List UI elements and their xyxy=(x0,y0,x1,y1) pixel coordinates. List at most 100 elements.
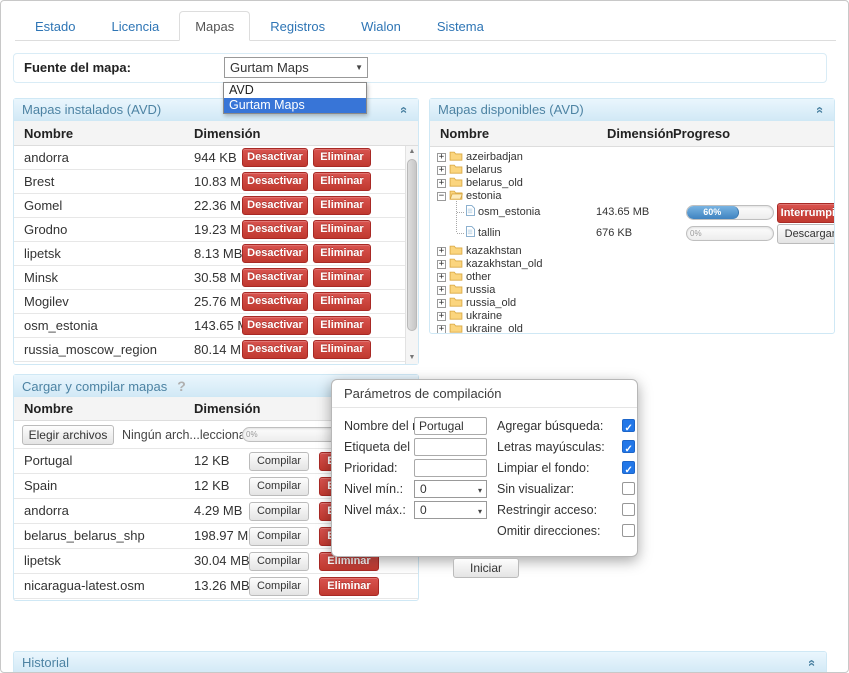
col-nombre: Nombre xyxy=(440,126,490,141)
agregar-b-squeda-checkbox[interactable] xyxy=(622,419,635,439)
dropdown-option-gurtam-maps[interactable]: Gurtam Maps xyxy=(224,98,366,113)
descargar-button[interactable]: Descargar xyxy=(777,224,834,244)
tree-file-tallin[interactable]: tallin 676 KB 0% Descargar xyxy=(453,223,834,244)
compilar-button[interactable]: Compilar xyxy=(249,576,309,596)
tab-sistema[interactable]: Sistema xyxy=(421,11,500,41)
restringir-acceso-checkbox[interactable] xyxy=(622,503,635,516)
scroll-down-icon[interactable]: ▼ xyxy=(406,352,418,364)
folder-icon xyxy=(449,177,466,189)
desactivar-button[interactable]: Desactivar xyxy=(242,316,308,335)
history-panel-title: Historial xyxy=(22,655,69,670)
eliminar-button[interactable]: Eliminar xyxy=(313,340,371,359)
expand-node-icon[interactable]: + xyxy=(437,286,446,295)
tree-folder-russia[interactable]: + russia xyxy=(437,283,834,296)
tab-mapas[interactable]: Mapas xyxy=(179,11,251,41)
tree-folder-russia-old[interactable]: + russia_old xyxy=(437,296,834,309)
table-row: Grodno 19.23 MB Desactivar Eliminar xyxy=(14,218,418,242)
tree-folder-ukraine-old[interactable]: + ukraine_old xyxy=(437,322,834,333)
desactivar-button[interactable]: Desactivar xyxy=(242,148,308,167)
tree-folder-belarus[interactable]: + belarus xyxy=(437,163,834,176)
dialog-field-row: Nivel mín.: 0 ▾ xyxy=(344,479,494,500)
tree-folder-estonia[interactable]: − estonia xyxy=(437,189,834,202)
compilar-button[interactable]: Compilar xyxy=(249,476,309,496)
expand-node-icon[interactable]: + xyxy=(437,179,446,188)
expand-node-icon[interactable]: + xyxy=(437,166,446,175)
map-source-select[interactable]: Gurtam Maps ▼ xyxy=(224,57,368,78)
col-dimension: Dimensión xyxy=(194,126,261,141)
expand-node-icon[interactable]: + xyxy=(437,299,446,308)
help-icon[interactable]: ? xyxy=(177,378,186,394)
tab-estado[interactable]: Estado xyxy=(19,11,91,41)
available-maps-tree: + azeirbadjan + belarus + belarus_old − estonia… xyxy=(430,147,834,333)
nivel-m-n-select[interactable]: 0 ▾ xyxy=(414,480,487,498)
nivel-m-x-select[interactable]: 0 ▾ xyxy=(414,501,487,519)
iniciar-button[interactable]: Iniciar xyxy=(453,558,519,578)
available-panel-header: Mapas disponibles (AVD) « xyxy=(430,99,834,121)
expand-node-icon[interactable]: + xyxy=(437,247,446,256)
expand-node-icon[interactable]: + xyxy=(437,260,446,269)
expand-node-icon[interactable]: + xyxy=(437,273,446,282)
compilar-button[interactable]: Compilar xyxy=(249,501,309,521)
desactivar-button[interactable]: Desactivar xyxy=(242,220,308,239)
sin-visualizar-checkbox[interactable] xyxy=(622,482,635,495)
dialog-checkbox-row: Letras mayúsculas: xyxy=(497,437,635,460)
history-panel: Historial « xyxy=(13,651,827,672)
installed-rows: andorra 944 KB Desactivar Eliminar Brest 10.8… xyxy=(14,146,418,364)
collapse-node-icon[interactable]: − xyxy=(437,192,446,201)
scroll-up-icon[interactable]: ▲ xyxy=(406,146,418,158)
vertical-scrollbar[interactable]: ▲ ▼ xyxy=(405,146,418,364)
limpiar-el-fondo-checkbox[interactable] xyxy=(622,461,635,481)
dropdown-option-avd[interactable]: AVD xyxy=(224,83,366,98)
eliminar-button[interactable]: Eliminar xyxy=(313,268,371,287)
desactivar-button[interactable]: Desactivar xyxy=(242,340,308,359)
eliminar-button[interactable]: Eliminar xyxy=(313,244,371,263)
sin-visualizar-label: Sin visualizar: xyxy=(497,482,575,496)
expand-node-icon[interactable]: + xyxy=(437,153,446,162)
tab-licencia[interactable]: Licencia xyxy=(95,11,175,41)
tree-folder-azeirbadjan[interactable]: + azeirbadjan xyxy=(437,150,834,163)
eliminar-button[interactable]: Eliminar xyxy=(313,220,371,239)
eliminar-button[interactable]: Eliminar xyxy=(313,148,371,167)
app-window: Estado Licencia Mapas Registros Wialon Sistem… xyxy=(0,0,849,673)
compilar-button[interactable]: Compilar xyxy=(249,451,309,471)
tree-file-osm-estonia[interactable]: osm_estonia 143.65 MB 60% Interrumpir xyxy=(453,202,834,223)
desactivar-button[interactable]: Desactivar xyxy=(242,196,308,215)
eliminar-button[interactable]: Eliminar xyxy=(313,172,371,191)
folder-icon xyxy=(449,284,466,296)
tree-folder-ukraine[interactable]: + ukraine xyxy=(437,309,834,322)
tree-folder-kazakhstan[interactable]: + kazakhstan xyxy=(437,244,834,257)
etiqueta-del-mapa-input[interactable] xyxy=(414,438,487,456)
desactivar-button[interactable]: Desactivar xyxy=(242,244,308,263)
desactivar-button[interactable]: Desactivar xyxy=(242,172,308,191)
expand-node-icon[interactable]: + xyxy=(437,325,446,333)
collapse-icon[interactable]: « xyxy=(809,104,831,116)
collapse-icon[interactable]: « xyxy=(801,657,823,669)
prioridad-input[interactable] xyxy=(414,459,487,477)
restringir-acceso-label: Restringir acceso: xyxy=(497,503,598,517)
tree-folder-other[interactable]: + other xyxy=(437,270,834,283)
omitir-direcciones-checkbox[interactable] xyxy=(622,524,635,537)
eliminar-button[interactable]: Eliminar xyxy=(313,316,371,335)
choose-files-button[interactable]: Elegir archivos xyxy=(22,425,114,445)
desactivar-button[interactable]: Desactivar xyxy=(242,268,308,287)
tree-folder-label: belarus xyxy=(466,164,503,176)
letras-may-sculas-checkbox[interactable] xyxy=(622,440,635,460)
eliminar-button[interactable]: Eliminar xyxy=(313,292,371,311)
tree-folder-label: russia_old xyxy=(466,297,517,309)
folder-icon xyxy=(449,164,466,176)
tree-folder-kazakhstan-old[interactable]: + kazakhstan_old xyxy=(437,257,834,270)
compilar-button[interactable]: Compilar xyxy=(249,551,309,571)
nombre-del-mapa-input[interactable] xyxy=(414,417,487,435)
eliminar-button[interactable]: Eliminar xyxy=(319,576,379,596)
tree-folder-belarus-old[interactable]: + belarus_old xyxy=(437,176,834,189)
interrumpir-button[interactable]: Interrumpir xyxy=(777,203,834,223)
expand-node-icon[interactable]: + xyxy=(437,312,446,321)
tab-wialon[interactable]: Wialon xyxy=(345,11,417,41)
desactivar-button[interactable]: Desactivar xyxy=(242,292,308,311)
dialog-field-row: Prioridad: xyxy=(344,458,494,479)
compilar-button[interactable]: Compilar xyxy=(249,526,309,546)
collapse-icon[interactable]: « xyxy=(393,104,415,116)
tab-registros[interactable]: Registros xyxy=(254,11,341,41)
eliminar-button[interactable]: Eliminar xyxy=(313,196,371,215)
scrollbar-thumb[interactable] xyxy=(407,159,417,331)
